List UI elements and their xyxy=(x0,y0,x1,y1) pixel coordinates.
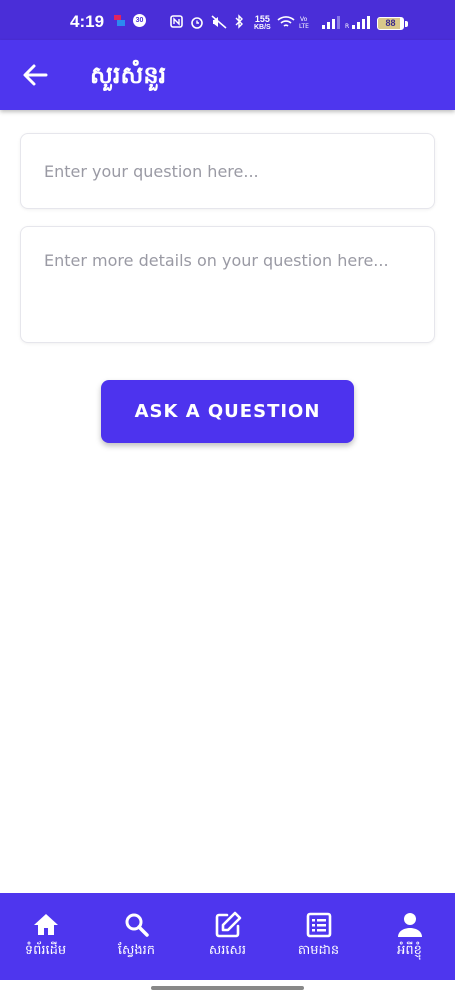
nav-label-search: ស្វែងរក xyxy=(117,943,156,958)
bottom-nav: ទំព័រដើម ស្វែងរក សរសេរ តាមដាន អំពីខ្ញុំ xyxy=(0,893,455,980)
search-icon xyxy=(125,913,149,937)
app-notification-icon xyxy=(114,15,125,26)
nav-item-write[interactable]: សរសេរ xyxy=(182,893,273,980)
nav-label-about: អំពីខ្ញុំ xyxy=(397,943,422,958)
nav-item-about[interactable]: អំពីខ្ញុំ xyxy=(364,893,455,980)
home-icon xyxy=(33,914,58,935)
nav-item-follow[interactable]: តាមដាន xyxy=(273,893,364,980)
arrow-left-icon[interactable] xyxy=(18,58,52,92)
status-bar: 4:19 30 155 KB/S Vo LTE R 88 xyxy=(0,0,455,40)
question-input[interactable] xyxy=(44,158,414,184)
app-badge-icon: 30 xyxy=(133,14,146,27)
svg-text:R: R xyxy=(345,23,349,29)
question-field[interactable] xyxy=(20,133,435,209)
ask-question-button[interactable]: ASK A QUESTION xyxy=(101,380,354,443)
list-icon xyxy=(306,912,331,938)
battery-level: 88 xyxy=(385,18,396,28)
wifi-icon xyxy=(277,16,295,27)
page-title: សួរសំនួរ xyxy=(90,61,167,89)
mute-icon xyxy=(211,15,227,29)
signal-icon-1 xyxy=(322,16,340,29)
status-time: 4:19 xyxy=(70,12,105,31)
nav-item-search[interactable]: ស្វែងរក xyxy=(91,893,182,980)
nav-item-home[interactable]: ទំព័រដើម xyxy=(0,893,91,980)
svg-text:LTE: LTE xyxy=(299,23,309,29)
volte-icon: Vo LTE xyxy=(299,16,309,29)
nfc-icon xyxy=(170,15,183,28)
home-indicator[interactable] xyxy=(151,986,304,990)
battery-icon: 88 xyxy=(377,17,404,30)
net-speed: 155 KB/S xyxy=(254,14,271,32)
edit-icon xyxy=(215,911,241,938)
nav-label-home: ទំព័រដើម xyxy=(24,943,67,958)
nav-label-write: សរសេរ xyxy=(208,943,247,958)
details-field[interactable] xyxy=(20,226,435,343)
nav-label-follow: តាមដាន xyxy=(297,943,340,958)
person-icon xyxy=(397,913,422,937)
alarm-icon xyxy=(191,17,203,29)
svg-text:Vo: Vo xyxy=(300,16,308,23)
bluetooth-icon xyxy=(235,14,243,29)
signal-icon-2: R xyxy=(345,16,370,29)
details-textarea[interactable] xyxy=(44,251,414,331)
app-bar: សួរសំនួរ xyxy=(0,40,455,110)
